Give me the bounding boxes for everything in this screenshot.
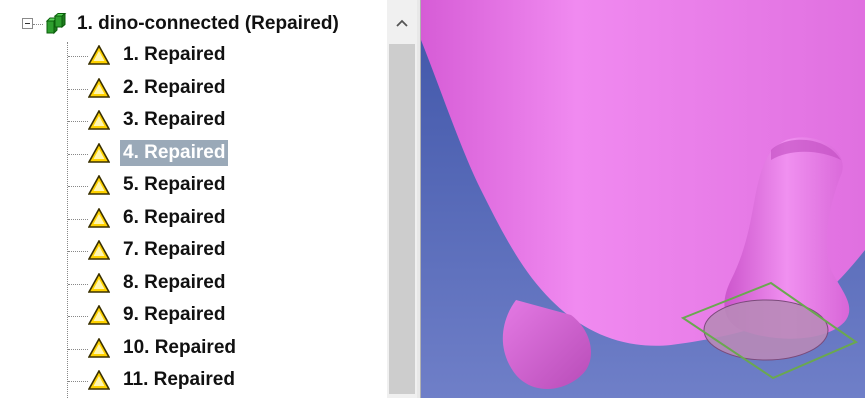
tree-connector [68,186,88,187]
tree-root-label: 1. dino-connected (Repaired) [77,13,339,34]
tree-item-label: 8. Repaired [123,271,226,293]
warning-icon [88,142,110,163]
tree-item[interactable]: 6. Repaired [68,205,388,235]
warning-icon [88,77,110,98]
tree-item[interactable]: 10. Repaired [68,335,388,365]
tree-connector [68,316,88,317]
warning-icon [88,240,110,260]
tree-connector [68,283,88,285]
tree-item-label: 3. Repaired [123,109,226,130]
warning-icon [88,45,110,65]
tree-item[interactable]: 2. Repaired [68,75,388,105]
tree-item-label: 6. Repaired [123,206,226,228]
tree-item[interactable]: 8. Repaired [68,270,388,300]
mesh-render [421,0,865,398]
tree-item[interactable]: 7. Repaired [68,237,388,267]
tree-connector [68,56,88,57]
tree-item-label: 10. Repaired [123,336,236,358]
part-tree-panel: 1. dino-connected (Repaired) 1. Repaired… [0,0,418,398]
vertical-scrollbar[interactable] [387,0,417,398]
green-parts-icon [45,13,67,35]
tree-item-label: 5. Repaired [123,174,226,195]
tree-item-label: 7. Repaired [123,239,226,260]
tree-item[interactable]: 9. Repaired [68,302,388,332]
tree-connector [68,88,88,90]
tree-item[interactable]: 4. Repaired [68,139,388,170]
tree-item[interactable]: 3. Repaired [68,107,388,137]
warning-icon [88,110,110,130]
tree-connector [33,24,43,25]
chevron-up-icon[interactable] [387,8,417,38]
warning-icon [88,370,110,390]
tree-item-label: 1. Repaired [123,44,226,65]
tree-item-label: 2. Repaired [123,76,226,98]
scrollbar-thumb[interactable] [389,44,415,394]
tree-connector [68,348,88,350]
tree-connector [68,121,88,122]
app-window: 1. dino-connected (Repaired) 1. Repaired… [0,0,865,398]
tree-item-label: 4. Repaired [120,139,229,166]
warning-icon [88,207,110,228]
warning-icon [88,337,110,358]
tree-item-label: 11. Repaired [123,369,235,390]
tree-connector [68,218,88,220]
tree-item[interactable]: 11. Repaired [68,367,388,397]
warning-icon [88,272,110,293]
tree-item[interactable]: 5. Repaired [68,172,388,202]
tree-item-label: 9. Repaired [123,304,226,325]
3d-viewport[interactable] [421,0,865,398]
tree-connector [68,251,88,252]
tree-connector [68,381,88,382]
tree-item[interactable]: 1. Repaired [68,42,388,72]
warning-icon [88,305,110,325]
collapse-icon[interactable] [22,18,33,29]
warning-icon [88,175,110,195]
tree-connector [68,153,88,155]
